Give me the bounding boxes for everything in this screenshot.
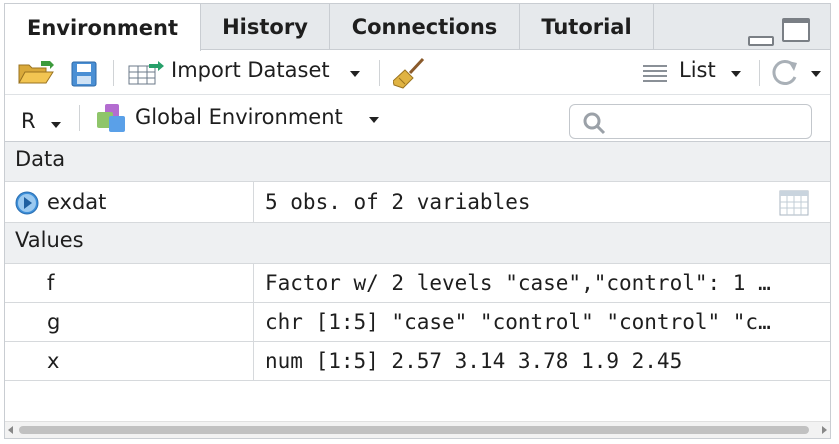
- chevron-down-icon: [51, 122, 61, 128]
- view-mode-label: List: [679, 58, 716, 82]
- scrollbar-thumb[interactable]: [19, 426, 809, 434]
- open-folder-icon[interactable]: [17, 59, 57, 87]
- refresh-icon: [772, 60, 797, 85]
- language-label: R: [21, 109, 36, 133]
- object-value: Factor w/ 2 levels "case","control": 1 …: [265, 271, 771, 295]
- environment-label: Global Environment: [135, 105, 343, 129]
- environment-toolbar: Import Dataset List: [5, 50, 830, 95]
- save-icon[interactable]: [71, 61, 97, 87]
- chevron-down-icon: [811, 71, 821, 77]
- view-table-icon[interactable]: [779, 190, 809, 216]
- column-divider: [253, 264, 254, 302]
- column-divider: [253, 342, 254, 380]
- data-section-header: Data: [5, 142, 830, 182]
- toolbar-separator: [113, 60, 114, 86]
- table-row[interactable]: f Factor w/ 2 levels "case","control": 1…: [5, 264, 830, 303]
- object-value: chr [1:5] "case" "control" "control" "c…: [265, 310, 771, 334]
- import-dataset-button[interactable]: Import Dataset: [127, 58, 360, 88]
- chevron-down-icon: [350, 71, 360, 77]
- environment-dropdown[interactable]: Global Environment: [93, 101, 383, 135]
- toolbar-separator: [759, 60, 760, 86]
- column-divider: [253, 182, 254, 222]
- tab-bar: Environment History Connections Tutorial: [5, 4, 830, 51]
- tab-label: Tutorial: [541, 15, 632, 39]
- broom-icon[interactable]: [393, 56, 427, 90]
- section-label: Values: [15, 228, 84, 252]
- table-row[interactable]: x num [1:5] 2.57 3.14 3.78 1.9 2.45: [5, 342, 830, 381]
- tab-history[interactable]: History: [201, 4, 330, 50]
- tab-label: Connections: [351, 15, 498, 39]
- search-input[interactable]: [569, 104, 812, 139]
- toolbar-separator: [379, 60, 380, 86]
- import-dataset-label: Import Dataset: [171, 58, 330, 82]
- window-controls: [748, 18, 810, 46]
- list-view-button[interactable]: List: [641, 58, 747, 88]
- environment-selector-bar: R Global Environment: [5, 95, 830, 142]
- object-name: x: [47, 349, 60, 373]
- tab-label: History: [222, 15, 308, 39]
- tab-tutorial[interactable]: Tutorial: [520, 4, 654, 50]
- toolbar-separator: [79, 105, 80, 131]
- environment-layers-icon: [97, 104, 125, 132]
- object-name: exdat: [47, 190, 107, 214]
- table-row[interactable]: g chr [1:5] "case" "control" "control" "…: [5, 303, 830, 342]
- values-section-header: Values: [5, 223, 830, 264]
- object-value: 5 obs. of 2 variables: [265, 190, 531, 214]
- minimize-pane-button[interactable]: [748, 36, 774, 46]
- tab-connections[interactable]: Connections: [330, 4, 520, 50]
- maximize-pane-button[interactable]: [782, 18, 810, 42]
- scroll-left-icon[interactable]: [8, 426, 13, 434]
- chevron-down-icon: [369, 117, 379, 123]
- column-divider: [253, 303, 254, 341]
- object-value: num [1:5] 2.57 3.14 3.78 1.9 2.45: [265, 349, 683, 373]
- scroll-right-icon[interactable]: [822, 426, 827, 434]
- tab-environment[interactable]: Environment: [5, 4, 201, 51]
- horizontal-scrollbar[interactable]: [5, 421, 830, 438]
- chevron-down-icon: [731, 71, 741, 77]
- tab-label: Environment: [26, 15, 179, 40]
- table-row[interactable]: exdat 5 obs. of 2 variables: [5, 182, 830, 223]
- import-table-icon: [128, 61, 164, 85]
- object-name: f: [47, 271, 55, 295]
- environment-pane: Environment History Connections Tutorial: [4, 3, 831, 439]
- language-dropdown[interactable]: R: [19, 105, 69, 135]
- refresh-button[interactable]: [771, 58, 827, 88]
- search-icon: [583, 112, 606, 135]
- object-name: g: [47, 310, 61, 334]
- list-icon: [643, 65, 667, 82]
- expand-arrow-icon[interactable]: [15, 191, 39, 215]
- section-label: Data: [15, 147, 66, 171]
